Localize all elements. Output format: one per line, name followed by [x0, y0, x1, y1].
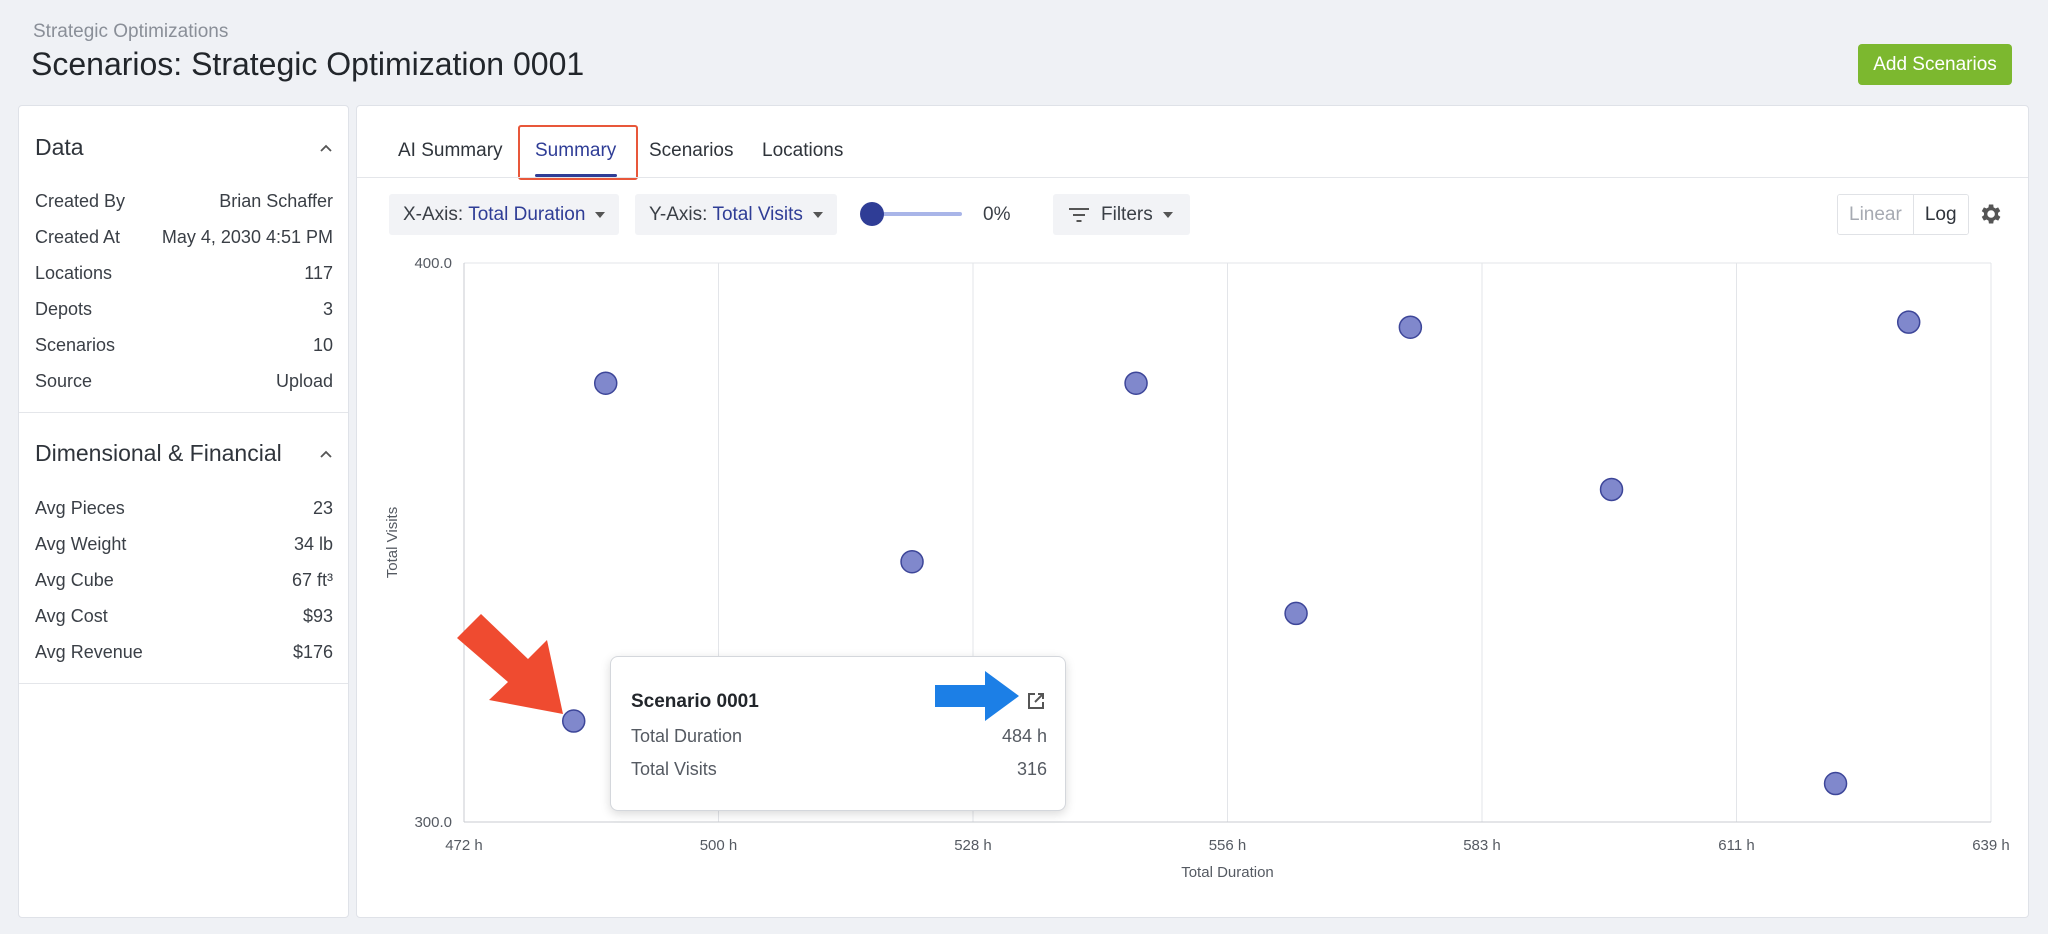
page-title: Scenarios: Strategic Optimization 0001 — [31, 46, 585, 82]
data-row-created-by: Created By Brian Schaffer — [35, 191, 333, 212]
data-row-depots: Depots 3 — [35, 299, 333, 320]
row-key: Created By — [35, 191, 126, 211]
row-value: Brian Schaffer — [219, 191, 333, 211]
row-key: Avg Pieces — [35, 498, 125, 518]
main-panel: AI Summary Summary Scenarios Locations X… — [356, 105, 2029, 918]
financial-row-avg-revenue: Avg Revenue $176 — [35, 642, 333, 663]
annotation-arrows — [357, 106, 2028, 917]
financial-row-avg-cube: Avg Cube 67 ft³ — [35, 570, 333, 591]
financial-row-avg-pieces: Avg Pieces 23 — [35, 498, 333, 519]
data-row-locations: Locations 117 — [35, 263, 333, 284]
section-divider — [19, 683, 348, 684]
row-key: Avg Cube — [35, 570, 114, 590]
red-arrow-annotation — [457, 614, 563, 714]
financial-row-avg-cost: Avg Cost $93 — [35, 606, 333, 627]
row-value: 3 — [322, 299, 333, 319]
row-value: $176 — [292, 642, 333, 662]
row-value: Upload — [275, 371, 333, 391]
row-key: Avg Revenue — [35, 642, 143, 662]
row-value: May 4, 2030 4:51 PM — [161, 227, 333, 247]
financial-section-header[interactable]: Dimensional & Financial — [35, 440, 335, 467]
row-key: Locations — [35, 263, 113, 283]
row-key: Scenarios — [35, 335, 116, 355]
data-row-created-at: Created At May 4, 2030 4:51 PM — [35, 227, 333, 248]
section-divider — [19, 412, 348, 413]
chevron-up-icon[interactable] — [317, 139, 335, 157]
row-value: 67 ft³ — [291, 570, 333, 590]
add-scenarios-button[interactable]: Add Scenarios — [1858, 44, 2012, 85]
row-key: Depots — [35, 299, 93, 319]
row-key: Created At — [35, 227, 121, 247]
blue-arrow-annotation — [935, 671, 1019, 721]
financial-row-avg-weight: Avg Weight 34 lb — [35, 534, 333, 555]
row-key: Source — [35, 371, 93, 391]
row-value: 10 — [312, 335, 333, 355]
sidebar-panel: Data Created By Brian Schaffer Created At… — [18, 105, 349, 918]
data-row-scenarios: Scenarios 10 — [35, 335, 333, 356]
data-section-title: Data — [35, 134, 84, 160]
data-row-source: Source Upload — [35, 371, 333, 392]
financial-section-title: Dimensional & Financial — [35, 440, 282, 466]
breadcrumb[interactable]: Strategic Optimizations — [33, 21, 228, 43]
row-key: Avg Cost — [35, 606, 108, 626]
row-key: Avg Weight — [35, 534, 127, 554]
row-value: 117 — [304, 263, 333, 283]
chevron-up-icon[interactable] — [317, 445, 335, 463]
row-value: 23 — [312, 498, 333, 518]
row-value: $93 — [302, 606, 333, 626]
data-section-header[interactable]: Data — [35, 134, 335, 161]
row-value: 34 lb — [293, 534, 333, 554]
